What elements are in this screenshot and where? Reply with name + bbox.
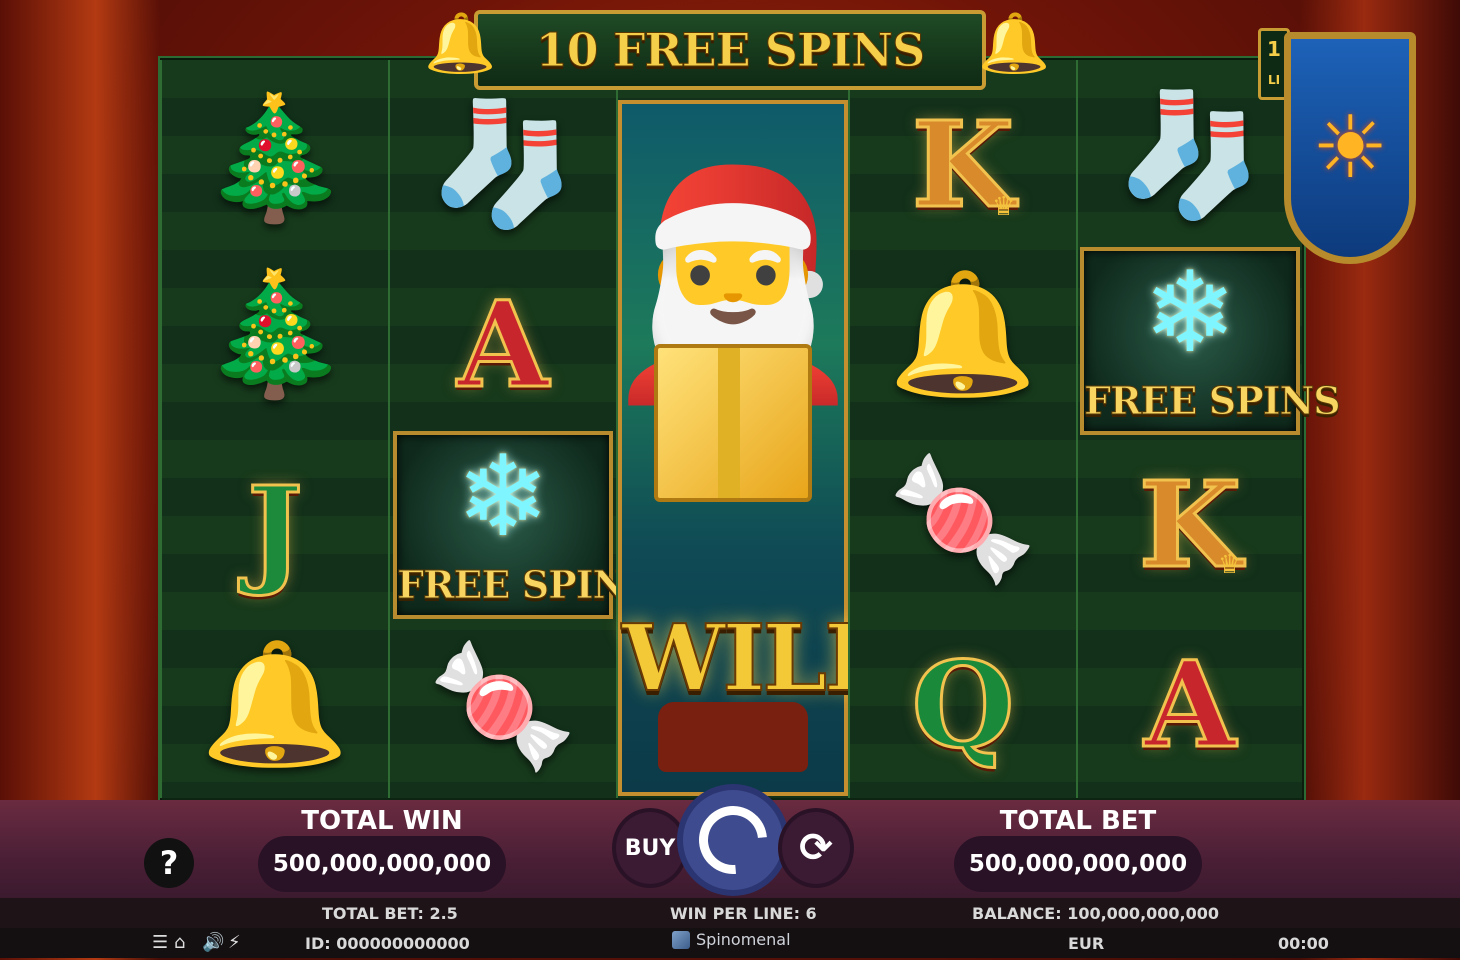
reel-4: K ♛ 🔔 🍬 Q: [848, 60, 1078, 798]
win-per-line-info: WIN PER LINE: 6: [670, 904, 817, 923]
letter-j: J: [246, 460, 305, 599]
banner-text: 10 FREE SPINS: [535, 23, 926, 78]
symbol-bells: 🔔: [850, 250, 1076, 420]
bell-decoration-icon: 🔔: [978, 9, 1051, 77]
help-button[interactable]: ?: [144, 838, 194, 888]
stocking-icon: 🧦: [1115, 86, 1265, 225]
symbol-candy-cane: 🍬: [850, 430, 1076, 610]
sound-icon[interactable]: 🔊: [202, 932, 224, 953]
boots-icon: [658, 702, 808, 772]
symbol-free-spins: ❄ FREE SPINS: [390, 431, 655, 619]
candy-cane-icon: 🍬: [888, 450, 1038, 589]
snowflake-icon: ❄: [456, 432, 550, 562]
home-icon[interactable]: ⌂: [174, 932, 185, 953]
sun-icon: ☀: [1311, 98, 1389, 198]
total-win-label: TOTAL WIN: [301, 806, 463, 836]
symbol-wreath: 🎄: [162, 74, 388, 244]
bells-icon: 🔔: [200, 635, 350, 774]
reel-3: 🎅 WILD: [596, 60, 905, 798]
symbol-q: Q: [850, 620, 1076, 790]
candy-cane-icon: 🍬: [428, 637, 578, 776]
stocking-icon: 🧦: [428, 95, 578, 234]
letter-q: Q: [910, 635, 1016, 774]
wreath-icon: 🎄: [200, 265, 350, 404]
side-tag-top: 1: [1267, 37, 1281, 61]
brand-logo: Spinomenal: [672, 930, 791, 949]
total-bet-info: TOTAL BET: 2.5: [322, 904, 458, 923]
currency: EUR: [1068, 934, 1105, 953]
symbol-stocking: 🧦: [390, 80, 616, 250]
feature-shield: 1 LI ☀: [1258, 28, 1418, 268]
balance-info: BALANCE: 100,000,000,000: [972, 904, 1220, 923]
brand-mark-icon: [672, 930, 690, 949]
symbol-k: K ♛: [1078, 440, 1302, 610]
wreath-icon: 🎄: [200, 89, 350, 228]
letter-a: A: [456, 275, 551, 414]
symbol-free-spins: ❄ FREE SPINS: [1078, 247, 1342, 435]
free-spins-text: FREE SPINS: [1084, 378, 1342, 424]
spin-icon: [685, 792, 781, 888]
menu-icon[interactable]: ☰: [152, 932, 168, 953]
wild-symbol: 🎅 WILD: [596, 100, 905, 796]
symbol-j: J: [162, 440, 388, 620]
autoplay-icon: ⟳: [799, 825, 833, 871]
total-win-value: 500,000,000,000: [258, 836, 506, 892]
free-spins-text: FREE SPINS: [397, 562, 655, 608]
symbol-k: K ♛: [850, 80, 1076, 250]
free-spins-scatter: ❄ FREE SPINS: [393, 431, 655, 619]
snowflake-icon: ❄: [1143, 248, 1237, 378]
total-bet-label: TOTAL BET: [999, 806, 1157, 836]
symbol-candy-cane: 🍬: [390, 622, 616, 792]
crown-icon: ♛: [992, 192, 1016, 222]
gift-icon: [654, 344, 812, 502]
session-id: ID: 000000000000: [305, 934, 470, 953]
symbol-a: A: [390, 260, 616, 430]
bell-decoration-icon: 🔔: [424, 9, 497, 77]
symbol-a: A: [1078, 620, 1302, 790]
free-spins-scatter: ❄ FREE SPINS: [1080, 247, 1342, 435]
autoplay-button[interactable]: ⟳: [782, 812, 850, 884]
symbol-bells: 🔔: [162, 620, 388, 790]
symbol-wreath: 🎄: [162, 250, 388, 420]
buy-button[interactable]: BUY: [616, 812, 684, 884]
speed-icon[interactable]: ⚡: [228, 932, 241, 953]
free-spins-banner: 10 FREE SPINS: [474, 10, 986, 90]
clock: 00:00: [1278, 934, 1329, 953]
reel-2: 🧦 A ❄ FREE SPINS 🍬: [388, 60, 655, 798]
crown-icon: ♛: [1218, 550, 1242, 580]
bells-icon: 🔔: [888, 265, 1038, 404]
shield-icon: ☀: [1284, 32, 1416, 264]
letter-a: A: [1143, 635, 1238, 774]
spin-button[interactable]: [683, 790, 783, 890]
wild-text: WILD: [621, 603, 905, 713]
reel-board: 🎄 🎄 J 🔔 🧦 A ❄ FREE SPINS 🍬 🎅 WILD K ♛ 🔔 …: [158, 56, 1342, 804]
reel-1: 🎄 🎄 J 🔔: [160, 60, 390, 798]
total-bet-value: 500,000,000,000: [954, 836, 1202, 892]
brand-name: Spinomenal: [696, 930, 791, 949]
